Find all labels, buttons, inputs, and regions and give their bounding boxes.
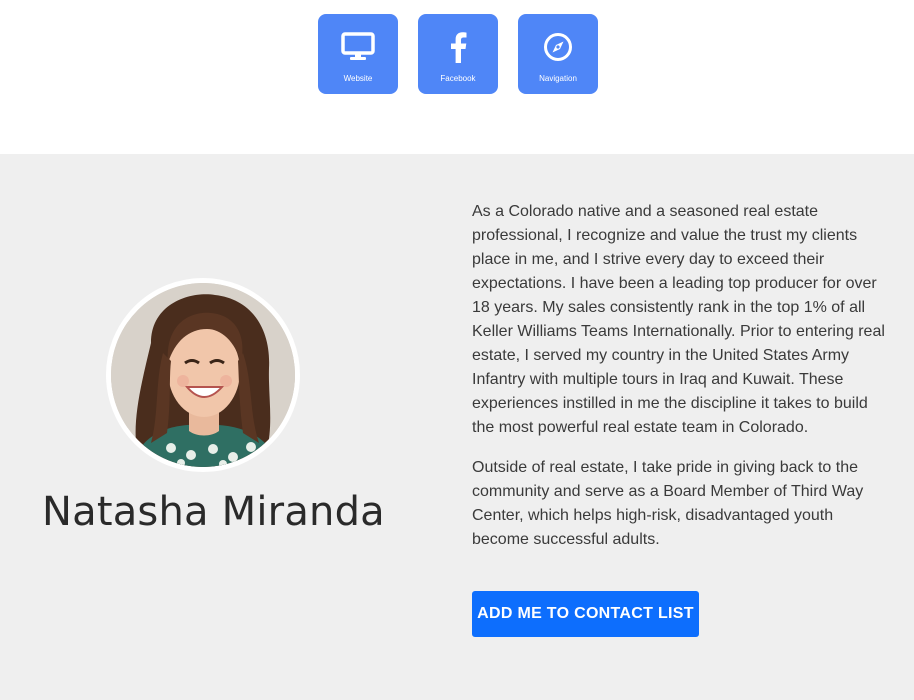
navigation-link-tile[interactable]: Navigation	[518, 14, 598, 94]
compass-icon	[541, 31, 575, 63]
facebook-label: Facebook	[440, 74, 476, 83]
navigation-label: Navigation	[539, 74, 577, 83]
bio-paragraph: Outside of real estate, I take pride in …	[472, 459, 864, 548]
bio-paragraph: As a Colorado native and a seasoned real…	[472, 203, 885, 436]
monitor-icon	[341, 31, 375, 63]
facebook-icon	[441, 31, 475, 63]
website-label: Website	[343, 74, 373, 83]
agent-photo	[111, 283, 295, 467]
agent-name: Natasha Miranda	[42, 489, 385, 535]
agent-profile-section: Natasha Miranda As a Colorado native and…	[0, 154, 914, 700]
website-link-tile[interactable]: Website	[318, 14, 398, 94]
add-to-contact-list-button[interactable]: ADD ME TO CONTACT LIST	[472, 591, 699, 637]
facebook-link-tile[interactable]: Facebook	[418, 14, 498, 94]
agent-avatar	[106, 278, 300, 472]
agent-bio: As a Colorado native and a seasoned real…	[472, 200, 892, 552]
quick-links-bar: Website Facebook Navigation	[0, 0, 914, 154]
